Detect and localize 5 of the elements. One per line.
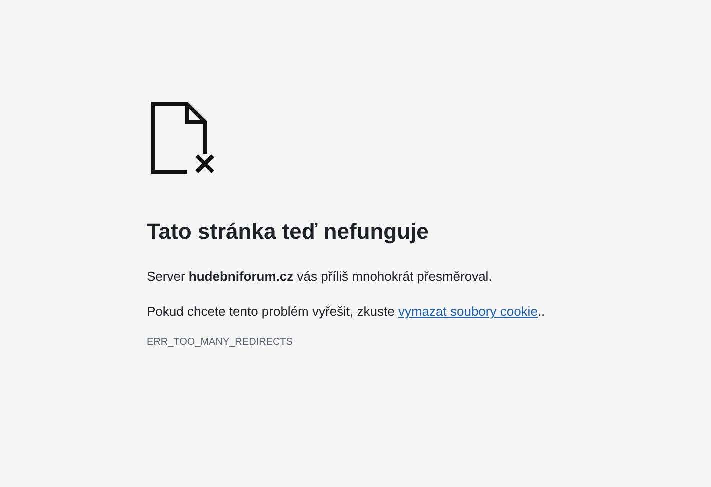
- error-heading: Tato stránka teď nefunguje: [147, 218, 429, 246]
- error-message: Server hudebniforum.cz vás příliš mnohokrát přesměroval.: [147, 268, 492, 286]
- clear-cookies-link[interactable]: vymazat soubory cookie: [398, 304, 538, 319]
- suggestion-text: Pokud chcete tento problém vyřešit, zkuste vymazat soubory cookie..: [147, 303, 546, 321]
- error-code: ERR_TOO_MANY_REDIRECTS: [147, 337, 293, 348]
